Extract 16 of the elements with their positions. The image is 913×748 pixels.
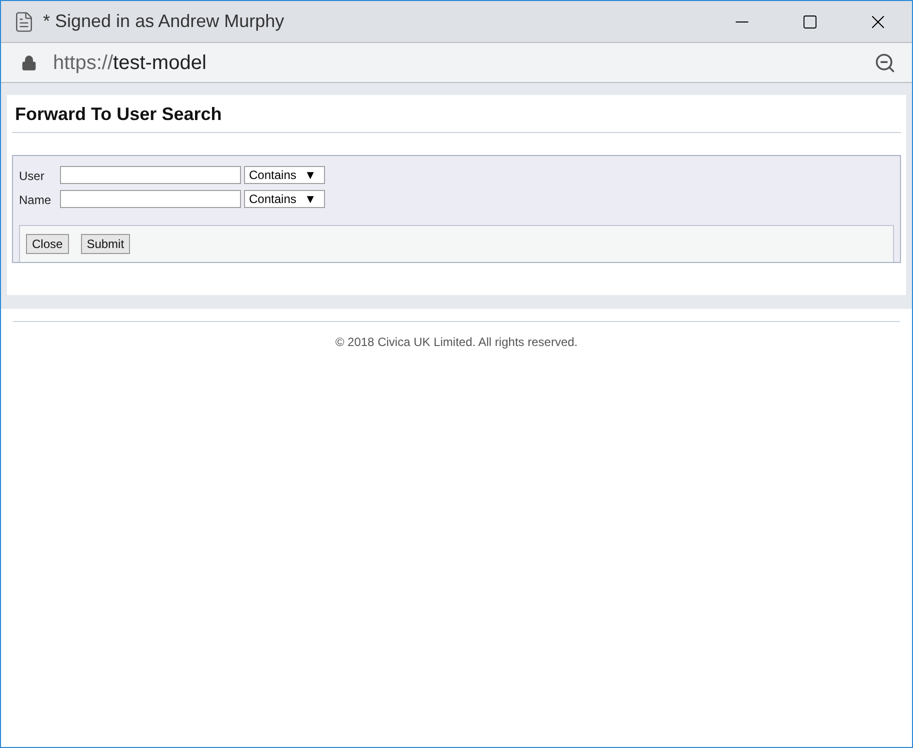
form-button[interactable]: Submit bbox=[80, 234, 130, 254]
maximize-icon[interactable] bbox=[802, 14, 818, 30]
form-button[interactable]: Close bbox=[26, 234, 69, 254]
address-url: https://test-model bbox=[53, 50, 206, 76]
field-label: User bbox=[19, 168, 46, 185]
lock-icon bbox=[21, 54, 37, 70]
field-label: Name bbox=[19, 192, 52, 209]
copyright-text: © 2018 Civica UK Limited. All rights reserved. bbox=[335, 335, 578, 349]
page-heading: Forward To User Search bbox=[15, 104, 222, 124]
window-title: * Signed in as Andrew Murphy bbox=[43, 10, 284, 33]
document-icon bbox=[13, 10, 35, 32]
text-field[interactable] bbox=[60, 190, 241, 208]
text-field[interactable] bbox=[60, 166, 241, 184]
operator-dropdown[interactable]: Contains ▼ bbox=[244, 190, 325, 208]
zoom-out-icon[interactable] bbox=[874, 52, 896, 74]
operator-dropdown[interactable]: Contains ▼ bbox=[244, 166, 325, 184]
